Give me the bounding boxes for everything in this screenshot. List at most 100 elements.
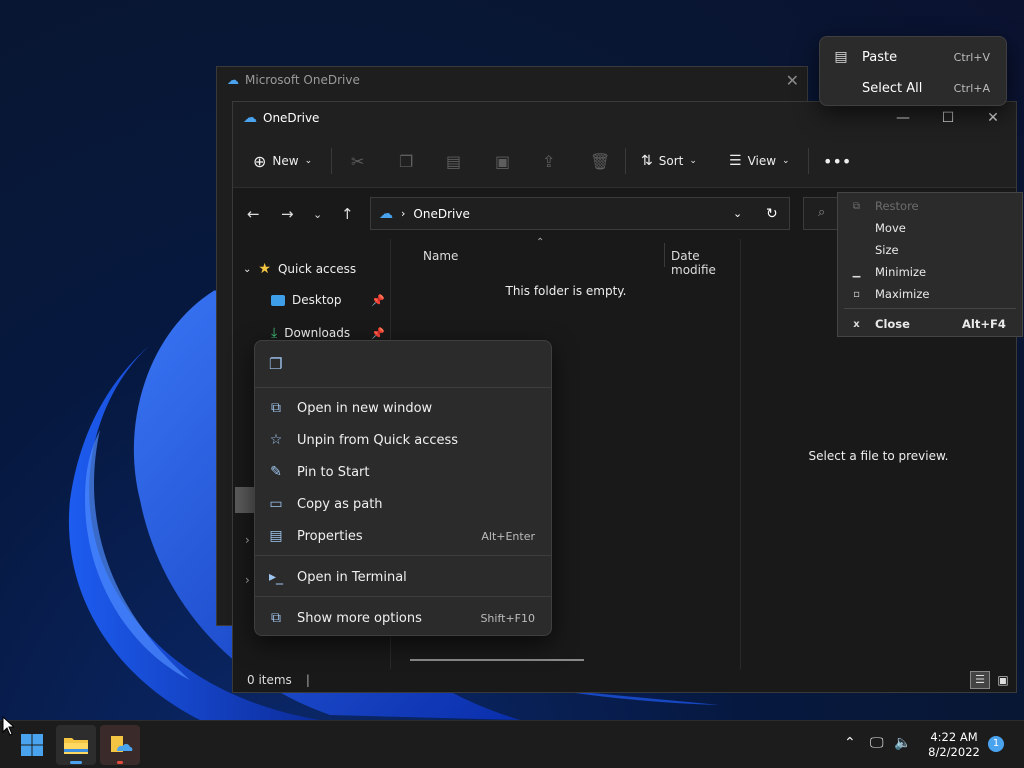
expand-chevron-icon[interactable]: › — [245, 573, 250, 587]
window-title: OneDrive — [263, 111, 320, 125]
system-menu: ⧉ Restore Move Size ▁ Minimize ▫ Maximiz… — [837, 192, 1023, 337]
paste-menu: ▤ Paste Ctrl+V Select All Ctrl+A — [819, 36, 1007, 106]
address-bar[interactable]: ☁ › OneDrive ⌄ ↻ — [370, 197, 790, 230]
tiles-view-icon[interactable]: ▣ — [993, 671, 1013, 689]
view-button[interactable]: ☰ View ⌄ — [729, 150, 790, 172]
pin-icon: ✎ — [270, 464, 282, 480]
clock[interactable]: 4:22 AM 8/2/2022 — [922, 730, 986, 760]
chevron-down-icon: ⌄ — [782, 156, 790, 166]
star-icon: ★ — [258, 261, 271, 277]
sort-icon: ⇅ — [641, 153, 653, 169]
background-close-icon[interactable]: ✕ — [786, 71, 799, 90]
notification-badge[interactable]: 1 — [988, 736, 1004, 752]
new-button[interactable]: ⊕ New ⌄ — [253, 150, 312, 172]
taskbar-onedrive-app[interactable] — [100, 725, 140, 765]
minimize-icon: ▁ — [852, 266, 861, 278]
properties-icon: ▤ — [269, 528, 283, 544]
pin-icon[interactable]: 📌 — [371, 294, 385, 307]
delete-icon[interactable]: 🗑 — [590, 150, 610, 172]
share-icon[interactable]: ⇪ — [542, 150, 555, 172]
onedrive-cloud-icon: ☁ — [243, 110, 257, 126]
onedrive-cloud-icon: ☁ — [379, 205, 393, 222]
up-arrow-icon[interactable]: ↑ — [341, 205, 354, 223]
context-menu: ❐ ⧉ Open in new window ☆ Unpin from Quic… — [254, 340, 552, 636]
menu-item-unpin-quick-access[interactable]: ☆ Unpin from Quick access — [255, 425, 551, 455]
more-options-icon: ⧉ — [271, 610, 281, 626]
background-window-title: ☁ Microsoft OneDrive — [227, 73, 360, 87]
plus-circle-icon: ⊕ — [253, 151, 267, 171]
expand-chevron-icon[interactable]: › — [245, 533, 250, 547]
menu-item-open-terminal[interactable]: ▸_ Open in Terminal — [255, 562, 551, 592]
breadcrumb-chevron-icon: › — [401, 207, 406, 220]
mouse-cursor-icon — [2, 716, 14, 736]
volume-icon[interactable]: 🔈 — [894, 735, 911, 751]
chevron-down-icon: ⌄ — [689, 156, 697, 166]
back-arrow-icon[interactable]: ← — [247, 205, 260, 223]
forward-arrow-icon[interactable]: → — [281, 205, 294, 223]
maximize-icon: ▫ — [853, 288, 860, 300]
maximize-button[interactable]: ☐ — [928, 106, 968, 130]
nav-quick-access[interactable]: ⌄ ★ Quick access — [243, 261, 356, 277]
download-icon: ⤓ — [271, 325, 278, 341]
start-button[interactable] — [12, 725, 52, 765]
rename-icon[interactable]: ▣ — [495, 150, 510, 172]
titlebar[interactable]: ☁ OneDrive — ☐ ✕ — [233, 102, 1016, 134]
more-options-icon[interactable]: ••• — [823, 150, 851, 172]
restore-icon: ⧉ — [852, 200, 861, 212]
menu-item-pin-to-start[interactable]: ✎ Pin to Start — [255, 457, 551, 487]
menu-item-minimize[interactable]: ▁ Minimize — [838, 262, 1022, 282]
onedrive-folder-icon — [111, 736, 133, 752]
sort-button[interactable]: ⇅ Sort ⌄ — [641, 150, 697, 172]
menu-item-restore[interactable]: ⧉ Restore — [838, 196, 1022, 216]
nav-selection-highlight — [235, 487, 255, 513]
clock-date: 8/2/2022 — [928, 745, 980, 759]
menu-item-maximize[interactable]: ▫ Maximize — [838, 284, 1022, 304]
pin-icon[interactable]: 📌 — [371, 327, 385, 340]
view-list-icon: ☰ — [729, 153, 742, 169]
unpin-star-icon: ☆ — [269, 432, 283, 448]
command-bar: ⊕ New ⌄ ✂ ❐ ▤ ▣ ⇪ 🗑 ⇅ Sort ⌄ ☰ View ⌄ ••… — [233, 134, 1016, 188]
menu-item-properties[interactable]: ▤ Properties Alt+Enter — [255, 521, 551, 551]
clock-time: 4:22 AM — [930, 730, 978, 744]
details-view-icon[interactable]: ☰ — [970, 671, 990, 689]
address-dropdown-icon[interactable]: ⌄ — [733, 207, 742, 220]
nav-desktop[interactable]: Desktop 📌 — [271, 293, 385, 307]
close-button[interactable]: ✕ — [973, 106, 1013, 130]
close-icon: x — [853, 318, 860, 330]
onedrive-cloud-icon: ☁ — [227, 73, 239, 87]
nav-downloads[interactable]: ⤓ Downloads 📌 — [271, 325, 385, 341]
chevron-up-icon[interactable]: ⌃ — [844, 735, 856, 751]
copy-icon[interactable]: ❐ — [269, 355, 282, 373]
desktop-icon — [271, 294, 285, 306]
menu-item-copy-as-path[interactable]: ▭ Copy as path — [255, 489, 551, 519]
minimize-button[interactable]: — — [883, 106, 923, 130]
taskbar-file-explorer[interactable] — [56, 725, 96, 765]
terminal-icon: ▸_ — [268, 569, 284, 585]
empty-folder-message: This folder is empty. — [505, 284, 627, 298]
column-date-modified[interactable]: Date modifie — [671, 249, 740, 277]
chevron-down-icon: ⌄ — [304, 156, 313, 166]
menu-item-move[interactable]: Move — [838, 218, 1022, 238]
folder-icon — [64, 738, 88, 754]
breadcrumb-onedrive[interactable]: OneDrive — [413, 207, 469, 221]
windows-logo-icon — [21, 734, 43, 756]
menu-item-paste[interactable]: ▤ Paste Ctrl+V — [820, 42, 1006, 72]
menu-item-close[interactable]: x Close Alt+F4 — [838, 314, 1022, 334]
menu-item-show-more-options[interactable]: ⧉ Show more options Shift+F10 — [255, 603, 551, 633]
taskbar: ⌃ 🖵 🔈 4:22 AM 8/2/2022 — [0, 720, 1024, 768]
paste-icon[interactable]: ▤ — [446, 150, 461, 172]
sort-indicator-icon: ⌃ — [536, 237, 545, 248]
recent-chevron-icon[interactable]: ⌄ — [313, 208, 322, 221]
status-bar: 0 items | ☰ ▣ — [233, 668, 1016, 692]
horizontal-scrollbar[interactable] — [410, 659, 584, 661]
copy-icon[interactable]: ❐ — [399, 150, 413, 172]
menu-item-open-new-window[interactable]: ⧉ Open in new window — [255, 393, 551, 423]
menu-item-select-all[interactable]: Select All Ctrl+A — [820, 73, 1006, 103]
column-name[interactable]: Name — [423, 249, 458, 263]
copy-path-icon: ▭ — [269, 496, 283, 512]
refresh-icon[interactable]: ↻ — [766, 206, 778, 222]
network-icon[interactable]: 🖵 — [870, 735, 884, 751]
item-count: 0 items — [247, 673, 292, 687]
cut-icon[interactable]: ✂ — [351, 150, 364, 172]
menu-item-size[interactable]: Size — [838, 240, 1022, 260]
